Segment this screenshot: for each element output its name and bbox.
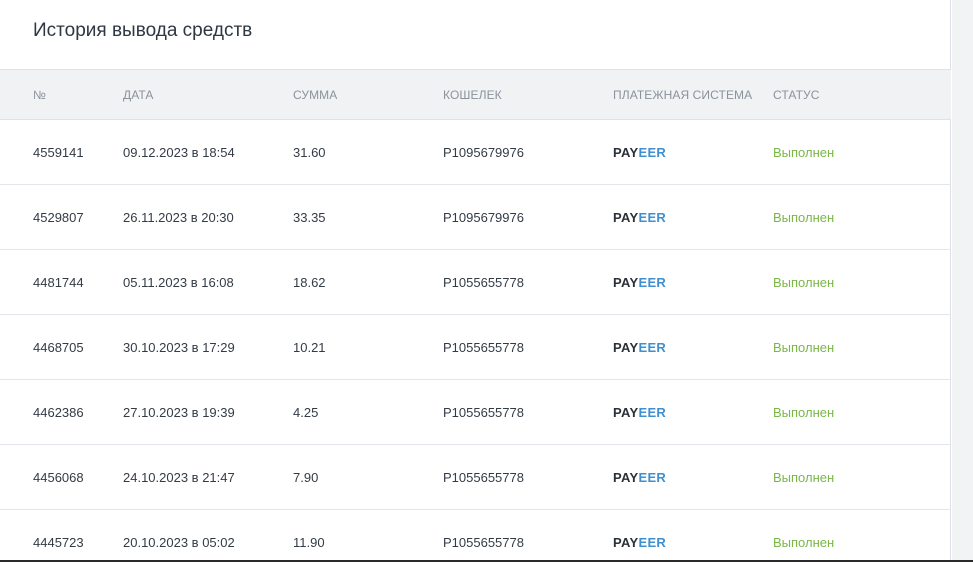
payeer-logo-part-eer: EER	[638, 470, 667, 485]
table-row: 4559141 09.12.2023 в 18:54 31.60 P109567…	[0, 120, 951, 185]
payeer-logo-part-pay: PAY	[613, 535, 639, 550]
withdrawal-sum: 18.62	[293, 275, 326, 290]
page-title: История вывода средств	[33, 20, 253, 41]
withdrawal-number: 4468705	[33, 340, 84, 355]
wallet-number: P1055655778	[443, 275, 524, 290]
status-badge: Выполнен	[773, 210, 835, 225]
column-header-status: Статус	[773, 88, 820, 102]
withdrawal-sum: 7.90	[293, 470, 319, 485]
payeer-logo: PAYEER	[613, 210, 666, 225]
payeer-logo-part-eer: EER	[638, 340, 667, 355]
payeer-logo: PAYEER	[613, 470, 666, 485]
withdrawal-sum: 10.21	[293, 340, 326, 355]
payeer-logo-part-pay: PAY	[613, 340, 639, 355]
payeer-logo-part-eer: EER	[638, 535, 667, 550]
withdrawal-date: 20.10.2023 в 05:02	[123, 535, 235, 550]
status-badge: Выполнен	[773, 470, 835, 485]
payeer-logo-part-pay: PAY	[613, 145, 639, 160]
payeer-logo-part-pay: PAY	[613, 275, 639, 290]
page-background-strip	[952, 0, 973, 562]
wallet-number: P1055655778	[443, 535, 524, 550]
column-header-payment-system: Платежная система	[613, 88, 753, 102]
table-row: 4529807 26.11.2023 в 20:30 33.35 P109567…	[0, 185, 951, 250]
payeer-logo: PAYEER	[613, 405, 666, 420]
payeer-logo: PAYEER	[613, 275, 666, 290]
withdrawal-date: 27.10.2023 в 19:39	[123, 405, 235, 420]
withdrawal-sum: 11.90	[293, 535, 325, 550]
withdrawal-history-page: История вывода средств № Дата Сумма Коше…	[0, 0, 973, 562]
withdrawal-sum: 4.25	[293, 405, 319, 420]
payeer-logo-part-pay: PAY	[613, 470, 639, 485]
withdrawal-number: 4462386	[33, 405, 84, 420]
wallet-number: P1055655778	[443, 340, 524, 355]
payeer-logo: PAYEER	[613, 145, 666, 160]
column-header-number: №	[33, 88, 46, 102]
wallet-number: P1095679976	[443, 210, 524, 225]
column-header-date: Дата	[123, 88, 154, 102]
payeer-logo-part-pay: PAY	[613, 405, 639, 420]
payeer-logo-part-eer: EER	[638, 210, 667, 225]
withdrawal-number: 4559141	[33, 145, 84, 160]
column-header-wallet: Кошелек	[443, 88, 502, 102]
withdrawal-sum: 33.35	[293, 210, 326, 225]
table-row: 4445723 20.10.2023 в 05:02 11.90 P105565…	[0, 510, 951, 562]
withdrawal-date: 05.11.2023 в 16:08	[123, 275, 234, 290]
wallet-number: P1055655778	[443, 470, 524, 485]
withdrawal-history-card: История вывода средств № Дата Сумма Коше…	[0, 0, 951, 562]
table-row: 4481744 05.11.2023 в 16:08 18.62 P105565…	[0, 250, 951, 315]
withdrawal-number: 4445723	[33, 535, 84, 550]
wallet-number: P1055655778	[443, 405, 524, 420]
payeer-logo-part-eer: EER	[638, 145, 667, 160]
table-row: 4462386 27.10.2023 в 19:39 4.25 P1055655…	[0, 380, 951, 445]
table-header: № Дата Сумма Кошелек Платежная система С…	[0, 69, 951, 120]
withdrawal-number: 4529807	[33, 210, 84, 225]
payeer-logo: PAYEER	[613, 340, 666, 355]
status-badge: Выполнен	[773, 535, 835, 550]
table-row: 4456068 24.10.2023 в 21:47 7.90 P1055655…	[0, 445, 951, 510]
column-header-sum: Сумма	[293, 88, 338, 102]
withdrawal-date: 09.12.2023 в 18:54	[123, 145, 235, 160]
table-row: 4468705 30.10.2023 в 17:29 10.21 P105565…	[0, 315, 951, 380]
withdrawal-date: 24.10.2023 в 21:47	[123, 470, 235, 485]
status-badge: Выполнен	[773, 275, 835, 290]
payeer-logo-part-eer: EER	[638, 405, 667, 420]
payeer-logo: PAYEER	[613, 535, 666, 550]
withdrawal-number: 4481744	[33, 275, 84, 290]
status-badge: Выполнен	[773, 340, 835, 355]
status-badge: Выполнен	[773, 145, 835, 160]
withdrawal-date: 30.10.2023 в 17:29	[123, 340, 235, 355]
payeer-logo-part-pay: PAY	[613, 210, 639, 225]
withdrawal-date: 26.11.2023 в 20:30	[123, 210, 234, 225]
status-badge: Выполнен	[773, 405, 835, 420]
withdrawal-number: 4456068	[33, 470, 84, 485]
payeer-logo-part-eer: EER	[638, 275, 667, 290]
wallet-number: P1095679976	[443, 145, 524, 160]
table-body: 4559141 09.12.2023 в 18:54 31.60 P109567…	[0, 120, 951, 562]
withdrawal-sum: 31.60	[293, 145, 326, 160]
